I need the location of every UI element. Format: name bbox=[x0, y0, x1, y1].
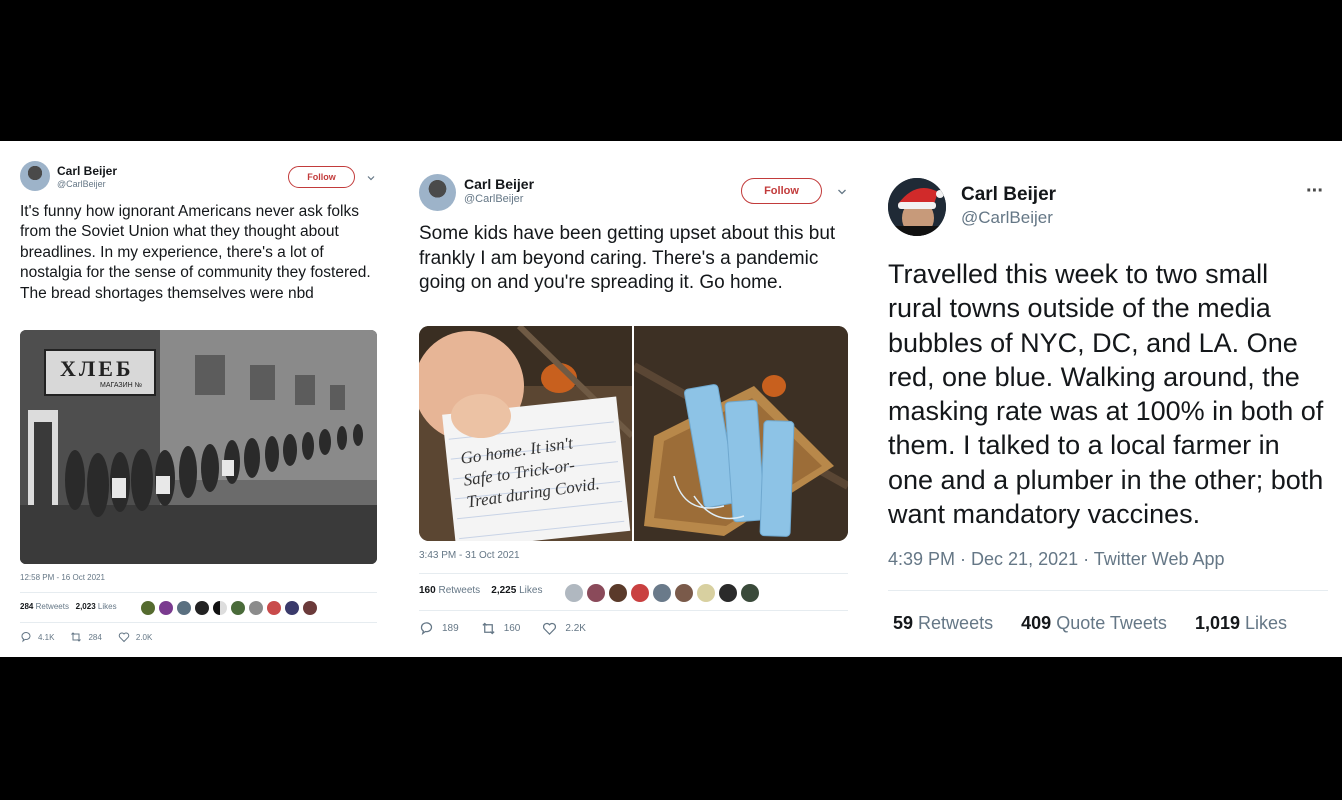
author-name[interactable]: Carl Beijer bbox=[961, 184, 1056, 206]
divider bbox=[20, 622, 377, 623]
reply-count: 189 bbox=[442, 623, 459, 634]
avatar[interactable] bbox=[159, 601, 173, 615]
avatar[interactable] bbox=[675, 584, 693, 602]
avatar[interactable] bbox=[888, 178, 946, 236]
chevron-down-icon[interactable] bbox=[836, 185, 848, 197]
retweet-count: 284 bbox=[88, 632, 102, 642]
retweets-label: Retweets bbox=[35, 602, 69, 611]
likes-count: 2,225 bbox=[491, 585, 517, 596]
author-handle[interactable]: @CarlBeijer bbox=[464, 193, 523, 205]
tweet-text: Some kids have been getting upset about … bbox=[419, 223, 836, 293]
divider bbox=[419, 610, 848, 611]
likes-stat[interactable]: 2,023 Likes bbox=[76, 602, 117, 611]
quotes-label: Quote Tweets bbox=[1056, 613, 1167, 633]
retweet-button[interactable]: 160 bbox=[481, 621, 521, 636]
avatar[interactable] bbox=[697, 584, 715, 602]
avatar[interactable] bbox=[719, 584, 737, 602]
tweet-text: Travelled this week to two small rural t… bbox=[888, 259, 1324, 530]
retweet-icon bbox=[482, 622, 495, 635]
tweet-actions: 4.1K 284 2.0K bbox=[20, 631, 152, 643]
retweets-stat[interactable]: 284 Retweets bbox=[20, 602, 69, 611]
retweet-count: 160 bbox=[503, 623, 521, 634]
retweets-count: 284 bbox=[20, 602, 34, 611]
follow-button[interactable]: Follow bbox=[741, 178, 822, 204]
santa-hat-avatar bbox=[888, 178, 946, 236]
tweet-text: It's funny how ignorant Americans never … bbox=[20, 203, 371, 302]
retweets-stat[interactable]: 59 Retweets bbox=[893, 613, 993, 633]
avatar[interactable] bbox=[653, 584, 671, 602]
tweet-actions: 189 160 2.2K bbox=[419, 621, 586, 636]
masks-illustration bbox=[634, 326, 848, 541]
likes-label: Likes bbox=[1245, 613, 1288, 633]
reply-button[interactable]: 4.1K bbox=[20, 631, 54, 643]
retweets-count: 160 bbox=[419, 585, 436, 596]
avatar[interactable] bbox=[195, 601, 209, 615]
note-illustration bbox=[419, 326, 632, 541]
follow-button[interactable]: Follow bbox=[288, 166, 355, 188]
like-count: 2.2K bbox=[565, 623, 586, 634]
divider bbox=[20, 592, 377, 593]
avatar[interactable] bbox=[20, 161, 50, 191]
tweet-timestamp[interactable]: 12:58 PM - 16 Oct 2021 bbox=[20, 573, 105, 582]
retweets-label: Retweets bbox=[918, 613, 994, 633]
avatar[interactable] bbox=[631, 584, 649, 602]
engagement-stats: 59 Retweets 409 Quote Tweets 1,019 Likes bbox=[893, 613, 1287, 634]
breadline-photo[interactable]: ХЛЕБ МАГАЗИН № bbox=[20, 330, 377, 564]
more-icon[interactable]: ··· bbox=[1306, 180, 1324, 203]
reply-count: 4.1K bbox=[38, 632, 55, 642]
retweets-label: Retweets bbox=[438, 585, 481, 596]
avatar[interactable] bbox=[565, 584, 583, 602]
likes-count: 2,023 bbox=[75, 602, 96, 611]
author-name[interactable]: Carl Beijer bbox=[57, 164, 117, 178]
divider bbox=[888, 590, 1328, 591]
shop-subsign-text: МАГАЗИН № bbox=[100, 382, 143, 389]
author-handle[interactable]: @CarlBeijer bbox=[961, 208, 1053, 228]
note-photo[interactable]: Go home. It isn't Safe to Trick-or-Treat… bbox=[419, 326, 632, 541]
avatar[interactable] bbox=[303, 601, 317, 615]
engagement-stats: 284 Retweets 2,023 Likes bbox=[20, 602, 117, 611]
like-count: 2.0K bbox=[135, 632, 153, 642]
like-icon bbox=[543, 622, 557, 636]
reply-icon bbox=[420, 622, 433, 636]
masks-photo[interactable] bbox=[634, 326, 848, 541]
chevron-down-icon[interactable] bbox=[366, 170, 376, 181]
liker-avatars bbox=[565, 584, 763, 602]
retweets-stat[interactable]: 160 Retweets bbox=[419, 585, 480, 596]
avatar[interactable] bbox=[249, 601, 263, 615]
avatar[interactable] bbox=[609, 584, 627, 602]
quotes-count: 409 bbox=[1021, 613, 1052, 633]
avatar[interactable] bbox=[741, 584, 759, 602]
retweet-icon bbox=[71, 632, 82, 642]
retweets-count: 59 bbox=[893, 613, 914, 633]
like-button[interactable]: 2.0K bbox=[118, 631, 152, 643]
retweet-button[interactable]: 284 bbox=[70, 631, 102, 643]
avatar[interactable] bbox=[177, 601, 191, 615]
avatar[interactable] bbox=[587, 584, 605, 602]
shop-sign-text: ХЛЕБ bbox=[60, 356, 134, 381]
divider bbox=[419, 573, 848, 574]
tweet-timestamp[interactable]: 4:39 PM · Dec 21, 2021 · Twitter Web App bbox=[888, 549, 1225, 570]
avatar[interactable] bbox=[285, 601, 299, 615]
likes-stat[interactable]: 2,225 Likes bbox=[491, 585, 542, 596]
engagement-stats: 160 Retweets 2,225 Likes bbox=[419, 585, 542, 596]
liker-avatars bbox=[141, 601, 321, 615]
avatar[interactable] bbox=[141, 601, 155, 615]
reply-button[interactable]: 189 bbox=[419, 621, 459, 636]
author-handle[interactable]: @CarlBeijer bbox=[57, 179, 106, 189]
likes-label: Likes bbox=[519, 585, 543, 596]
reply-icon bbox=[21, 632, 31, 643]
avatar[interactable] bbox=[267, 601, 281, 615]
avatar[interactable] bbox=[231, 601, 245, 615]
author-name[interactable]: Carl Beijer bbox=[464, 176, 534, 192]
likes-count: 1,019 bbox=[1194, 613, 1240, 633]
quotes-stat[interactable]: 409 Quote Tweets bbox=[1021, 613, 1167, 633]
avatar[interactable] bbox=[213, 601, 227, 615]
tweet-timestamp[interactable]: 3:43 PM - 31 Oct 2021 bbox=[419, 550, 520, 561]
likes-label: Likes bbox=[97, 602, 117, 611]
likes-stat[interactable]: 1,019 Likes bbox=[1195, 613, 1287, 633]
avatar[interactable] bbox=[419, 174, 456, 211]
like-icon bbox=[118, 632, 130, 643]
like-button[interactable]: 2.2K bbox=[542, 621, 586, 636]
